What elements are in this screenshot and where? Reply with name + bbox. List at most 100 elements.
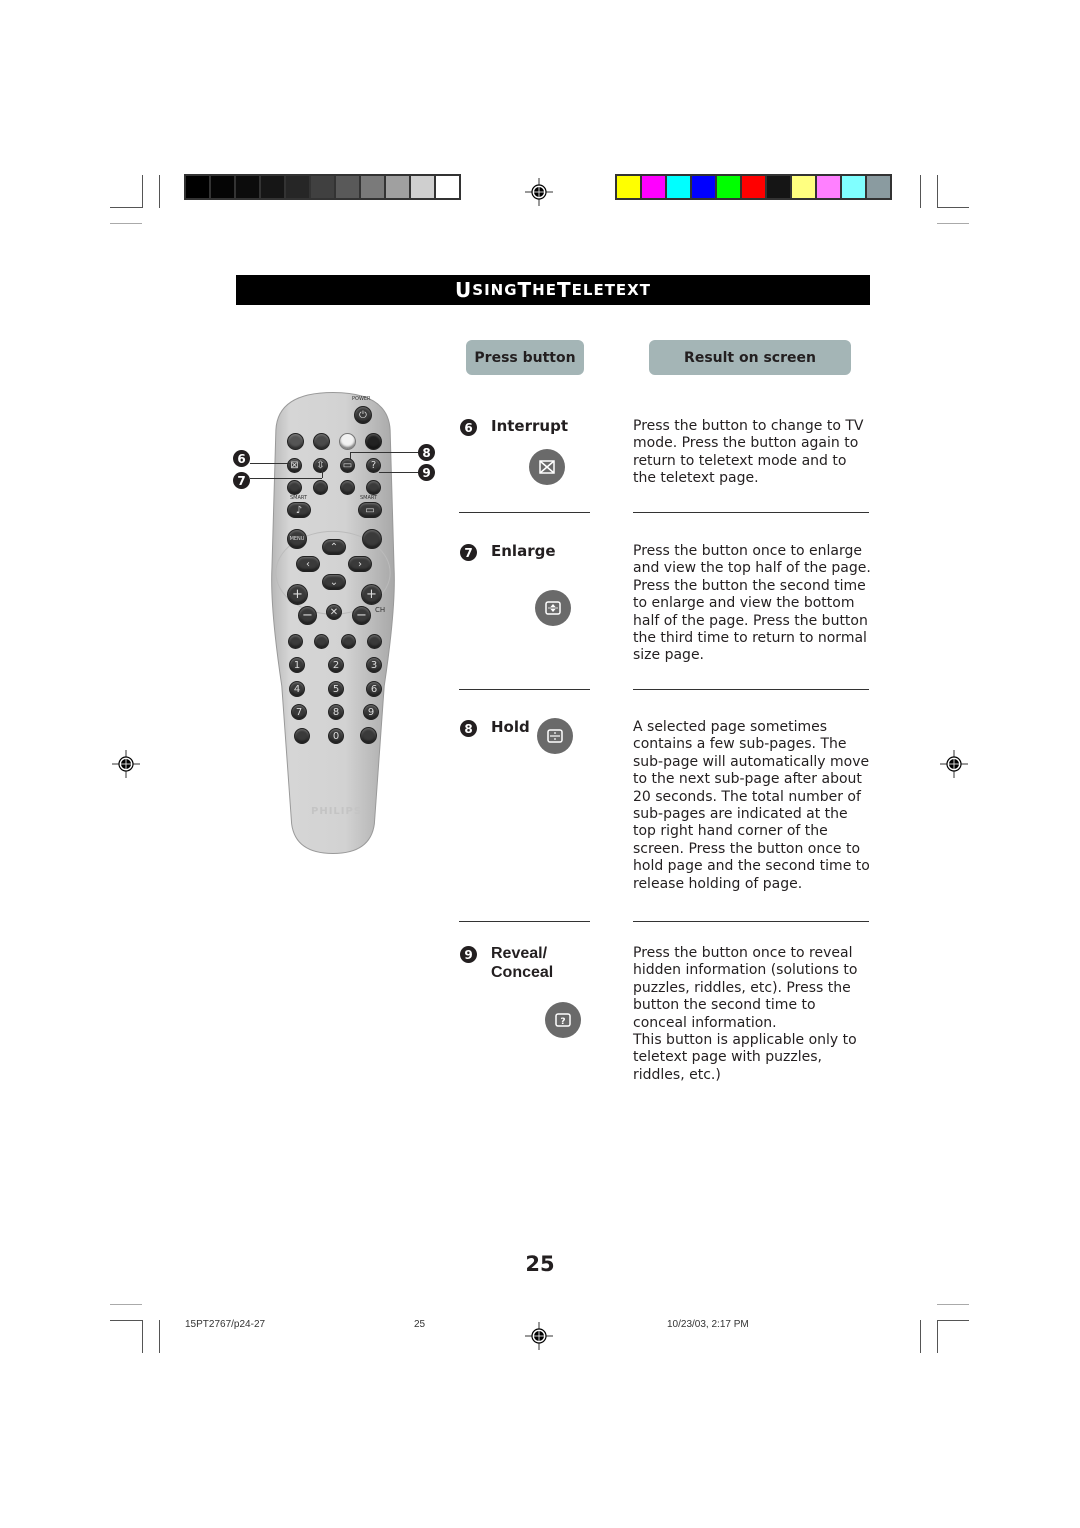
color-swatch	[717, 176, 740, 198]
callout-7: 7	[233, 472, 250, 489]
color-swatch	[692, 176, 715, 198]
divider	[459, 921, 590, 922]
grayscale-swatch	[336, 176, 359, 198]
remote-button[interactable]	[314, 634, 329, 649]
callout-6: 6	[233, 450, 250, 467]
remote-input-button[interactable]	[360, 727, 377, 744]
remote-smart-picture-label: SMART	[360, 495, 378, 501]
remote-smart-sound-button[interactable]: ♪	[287, 502, 311, 518]
crop-mark	[142, 1320, 143, 1353]
remote-button[interactable]	[288, 634, 303, 649]
remote-power-button[interactable]: ⏻	[354, 406, 372, 424]
remote-digit-8[interactable]: 8	[328, 704, 344, 720]
remote-yellow-button[interactable]	[339, 433, 356, 450]
remote-ch-label: CH	[375, 606, 386, 614]
remote-digit-6[interactable]: 6	[366, 681, 382, 697]
remote-digit-3[interactable]: 3	[366, 657, 382, 673]
crop-mark	[159, 175, 160, 208]
callout-line	[350, 452, 351, 459]
remote-sleep-button[interactable]	[294, 728, 310, 744]
crop-mark	[937, 1320, 938, 1353]
remote-power-label: POWER	[352, 396, 371, 402]
item-label-line: Conceal	[491, 964, 554, 981]
item-label: Reveal/ Conceal	[491, 944, 553, 982]
footer-file-name: 15PT2767/p24-27	[185, 1319, 266, 1330]
remote-button[interactable]	[340, 480, 355, 495]
item-label: Interrupt	[491, 417, 568, 435]
svg-text:?: ?	[560, 1017, 565, 1027]
remote-button[interactable]	[341, 634, 356, 649]
grayscale-swatch	[261, 176, 284, 198]
remote-green-button[interactable]	[313, 433, 330, 450]
item-description-text: Press the button once to reveal hidden i…	[633, 945, 858, 1031]
remote-right-button[interactable]: ›	[348, 556, 372, 572]
divider	[459, 512, 590, 513]
grayscale-swatch	[236, 176, 259, 198]
color-swatch	[742, 176, 765, 198]
grayscale-swatch	[436, 176, 459, 198]
callout-line	[322, 468, 323, 478]
remote-enlarge-button[interactable]: ⇳	[313, 458, 328, 473]
remote-digit-5[interactable]: 5	[328, 681, 344, 697]
item-label: Enlarge	[491, 542, 556, 560]
remote-reveal-button[interactable]: ?	[366, 458, 381, 473]
enlarge-icon	[535, 590, 571, 626]
remote-digit-7[interactable]: 7	[291, 704, 307, 720]
page-number: 25	[525, 1252, 555, 1276]
callout-9: 9	[418, 464, 435, 481]
remote-menu-button[interactable]: MENU	[287, 529, 307, 549]
crop-mark	[110, 207, 142, 208]
remote-hold-button[interactable]: ▭	[340, 458, 355, 473]
remote-volume-up-button[interactable]: +	[287, 584, 308, 605]
remote-channel-down-button[interactable]: −	[352, 606, 371, 625]
grayscale-swatch	[386, 176, 409, 198]
crop-mark	[937, 1320, 969, 1321]
remote-channel-up-button[interactable]: +	[361, 584, 382, 605]
crop-mark	[159, 1320, 160, 1353]
footer-timestamp: 10/23/03, 2:17 PM	[667, 1319, 749, 1330]
remote-mute-button[interactable]: ✕	[326, 604, 342, 620]
divider	[633, 689, 869, 690]
grayscale-swatch	[211, 176, 234, 198]
remote-button[interactable]	[287, 480, 302, 495]
crop-mark	[920, 1320, 921, 1353]
remote-down-button[interactable]: ⌄	[322, 574, 346, 590]
press-button-header: Press button	[466, 340, 584, 375]
remote-blue-button[interactable]	[365, 433, 382, 450]
crop-mark	[110, 1304, 142, 1305]
remote-button[interactable]	[366, 480, 381, 495]
registration-target-icon	[940, 750, 968, 778]
divider	[633, 921, 869, 922]
color-calibration-bar	[615, 174, 892, 200]
crop-mark	[937, 207, 969, 208]
callout-line	[250, 478, 322, 479]
item-number: 9	[460, 946, 477, 963]
remote-interrupt-button[interactable]: ⊠	[287, 458, 302, 473]
item-number: 8	[460, 720, 477, 737]
remote-brand-logo: PHILIPS	[311, 806, 363, 817]
remote-timer-button[interactable]	[313, 480, 328, 495]
remote-digit-1[interactable]: 1	[289, 657, 305, 673]
remote-left-button[interactable]: ‹	[296, 556, 320, 572]
item-description: Press the button to change to TV mode. P…	[633, 418, 864, 487]
crop-mark	[142, 175, 143, 208]
remote-volume-down-button[interactable]: −	[298, 606, 317, 625]
remote-red-button[interactable]	[287, 433, 304, 450]
remote-smart-picture-button[interactable]: ▭	[358, 502, 382, 518]
crop-mark	[937, 223, 969, 224]
callout-8: 8	[418, 444, 435, 461]
remote-button[interactable]	[367, 634, 382, 649]
remote-digit-2[interactable]: 2	[328, 657, 344, 673]
color-swatch	[867, 176, 890, 198]
remote-av-button[interactable]	[362, 529, 382, 549]
section-title: U SING T HE T ELETEXT	[236, 275, 870, 305]
remote-digit-9[interactable]: 9	[363, 704, 379, 720]
color-swatch	[792, 176, 815, 198]
remote-smart-sound-label: SMART	[290, 495, 308, 501]
grayscale-swatch	[286, 176, 309, 198]
remote-up-button[interactable]: ⌃	[322, 539, 346, 555]
remote-digit-4[interactable]: 4	[289, 681, 305, 697]
callout-line	[250, 463, 290, 464]
color-swatch	[667, 176, 690, 198]
remote-digit-0[interactable]: 0	[328, 728, 344, 744]
